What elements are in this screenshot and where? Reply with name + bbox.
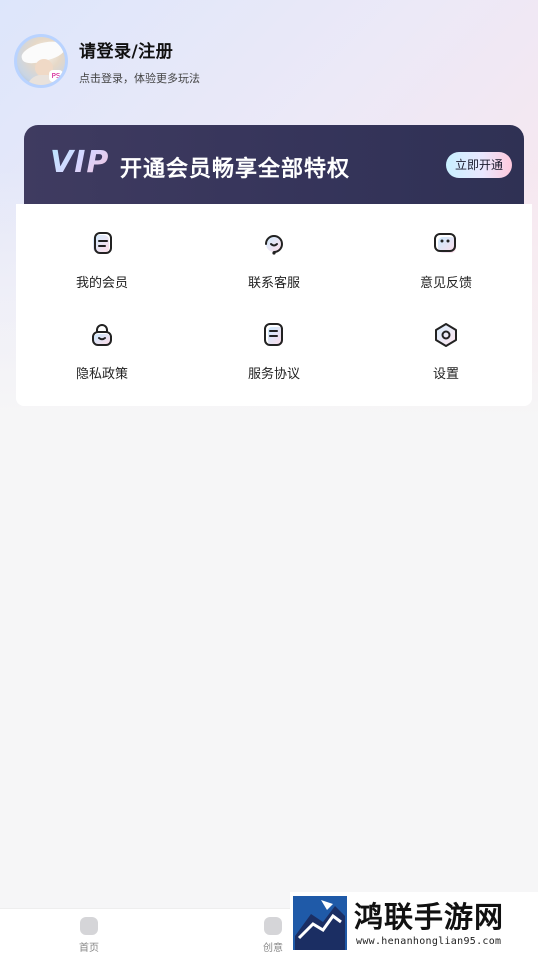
customer-service-icon [265, 235, 284, 255]
menu-item-customer-service[interactable]: 联系客服 [188, 230, 360, 291]
profile-section[interactable]: PS 请登录/注册 点击登录，体验更多玩法 [14, 34, 200, 88]
feedback-icon [434, 233, 456, 253]
watermark-title: 鸿联手游网 [354, 900, 505, 934]
vip-open-button[interactable]: 立即开通 [445, 152, 512, 178]
menu-item-settings[interactable]: 设置 [360, 321, 532, 382]
home-icon [80, 917, 98, 935]
menu-label-customer-service: 联系客服 [247, 276, 300, 291]
nav-label-create: 创意 [263, 943, 283, 954]
menu-item-service-agreement[interactable]: 服务协议 [188, 321, 360, 382]
watermark: 鸿联手游网 www.henanhonglian95.com [290, 892, 538, 955]
menu-card: 我的会员 联系客服 意见反馈 隐私政策 服务协议 设置 [16, 204, 532, 406]
menu-label-privacy: 隐私政策 [75, 367, 128, 382]
vip-promo-text: 开通会员畅享全部特权 [120, 157, 351, 182]
menu-label-member: 我的会员 [75, 276, 128, 291]
watermark-logo-icon [293, 896, 347, 950]
create-icon [264, 917, 282, 935]
menu-item-member[interactable]: 我的会员 [16, 230, 188, 291]
menu-label-feedback: 意见反馈 [419, 276, 472, 291]
menu-item-privacy[interactable]: 隐私政策 [16, 321, 188, 382]
menu-label-settings: 设置 [432, 367, 459, 382]
watermark-url: www.henanhonglian95.com [356, 936, 502, 947]
settings-icon [435, 323, 457, 347]
nav-label-home: 首页 [79, 943, 99, 954]
lock-icon [92, 324, 112, 346]
vip-banner[interactable]: VIP 开通会员畅享全部特权 立即开通 [24, 125, 524, 205]
vip-logo: VIP [50, 145, 110, 180]
document-icon [264, 323, 283, 346]
nav-item-home[interactable]: 首页 [59, 917, 119, 954]
login-title[interactable]: 请登录/注册 [79, 37, 200, 62]
menu-label-service-agreement: 服务协议 [247, 367, 300, 382]
menu-item-feedback[interactable]: 意见反馈 [360, 230, 532, 291]
avatar-badge: PS [49, 70, 63, 82]
avatar[interactable]: PS [14, 34, 68, 88]
member-card-icon [93, 232, 112, 254]
login-subtitle: 点击登录，体验更多玩法 [79, 71, 200, 85]
